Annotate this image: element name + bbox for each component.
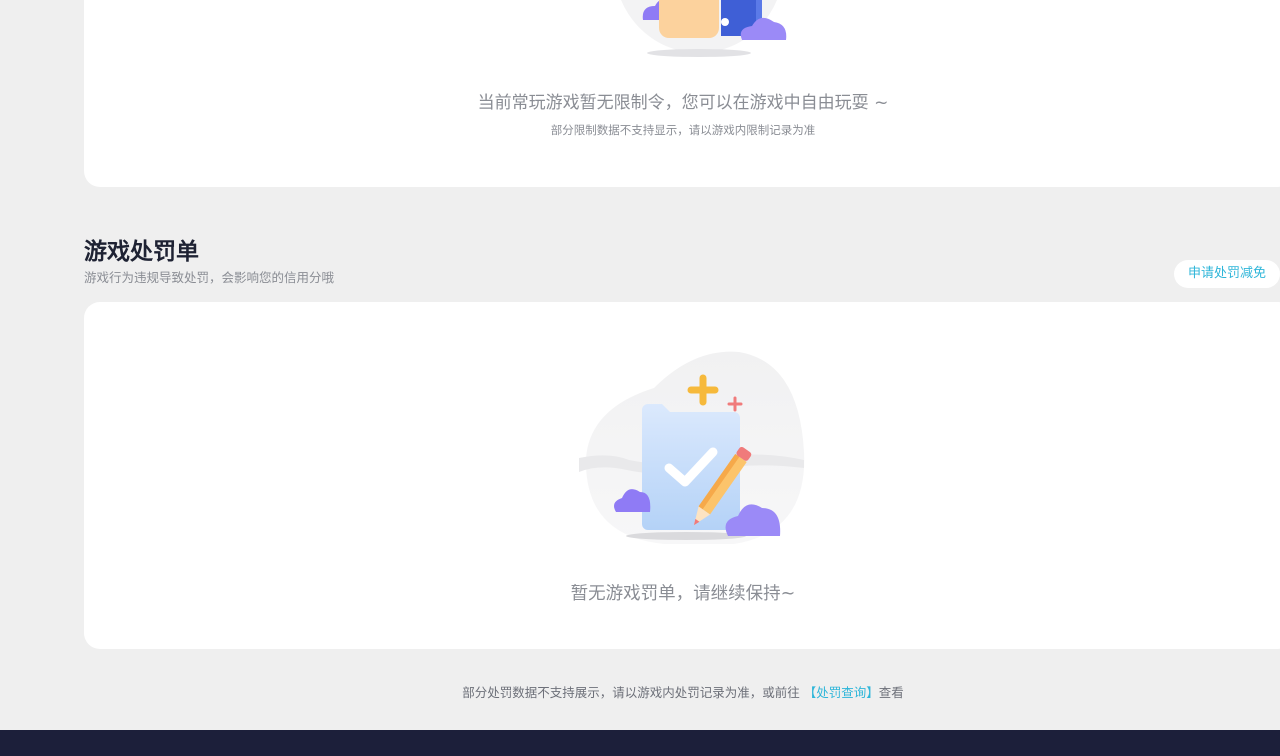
penalty-query-link[interactable]: 【处罚查询】 [804, 685, 879, 700]
footer-note-prefix: 部分处罚数据不支持展示，请以游戏内处罚记录为准，或前往 [462, 685, 804, 700]
apply-penalty-reduction-button[interactable]: 申请处罚减免 [1174, 260, 1280, 288]
penalty-section-description: 游戏行为违规导致处罚，会影响您的信用分哦 [84, 270, 335, 285]
folder-check-pencil-illustration [579, 351, 805, 544]
penalty-data-footer-note: 部分处罚数据不支持展示，请以游戏内处罚记录为准，或前往 【处罚查询】查看 [0, 682, 1280, 701]
footer-note-suffix: 查看 [878, 685, 904, 700]
page-footer-bar [0, 730, 1280, 756]
penalty-card: 暂无游戏罚单，请继续保持~ [84, 302, 1280, 649]
empty-restriction-illustration [621, 0, 787, 57]
penalty-empty-message: 暂无游戏罚单，请继续保持~ [570, 584, 796, 604]
penalty-section-title: 游戏处罚单 [84, 239, 199, 265]
restriction-data-note: 部分限制数据不支持显示，请以游戏内限制记录为准 [550, 123, 816, 137]
restriction-empty-message: 当前常玩游戏暂无限制令，您可以在游戏中自由玩耍 ~ [477, 93, 889, 113]
restriction-card: 当前常玩游戏暂无限制令，您可以在游戏中自由玩耍 ~ 部分限制数据不支持显示，请以… [84, 0, 1280, 187]
